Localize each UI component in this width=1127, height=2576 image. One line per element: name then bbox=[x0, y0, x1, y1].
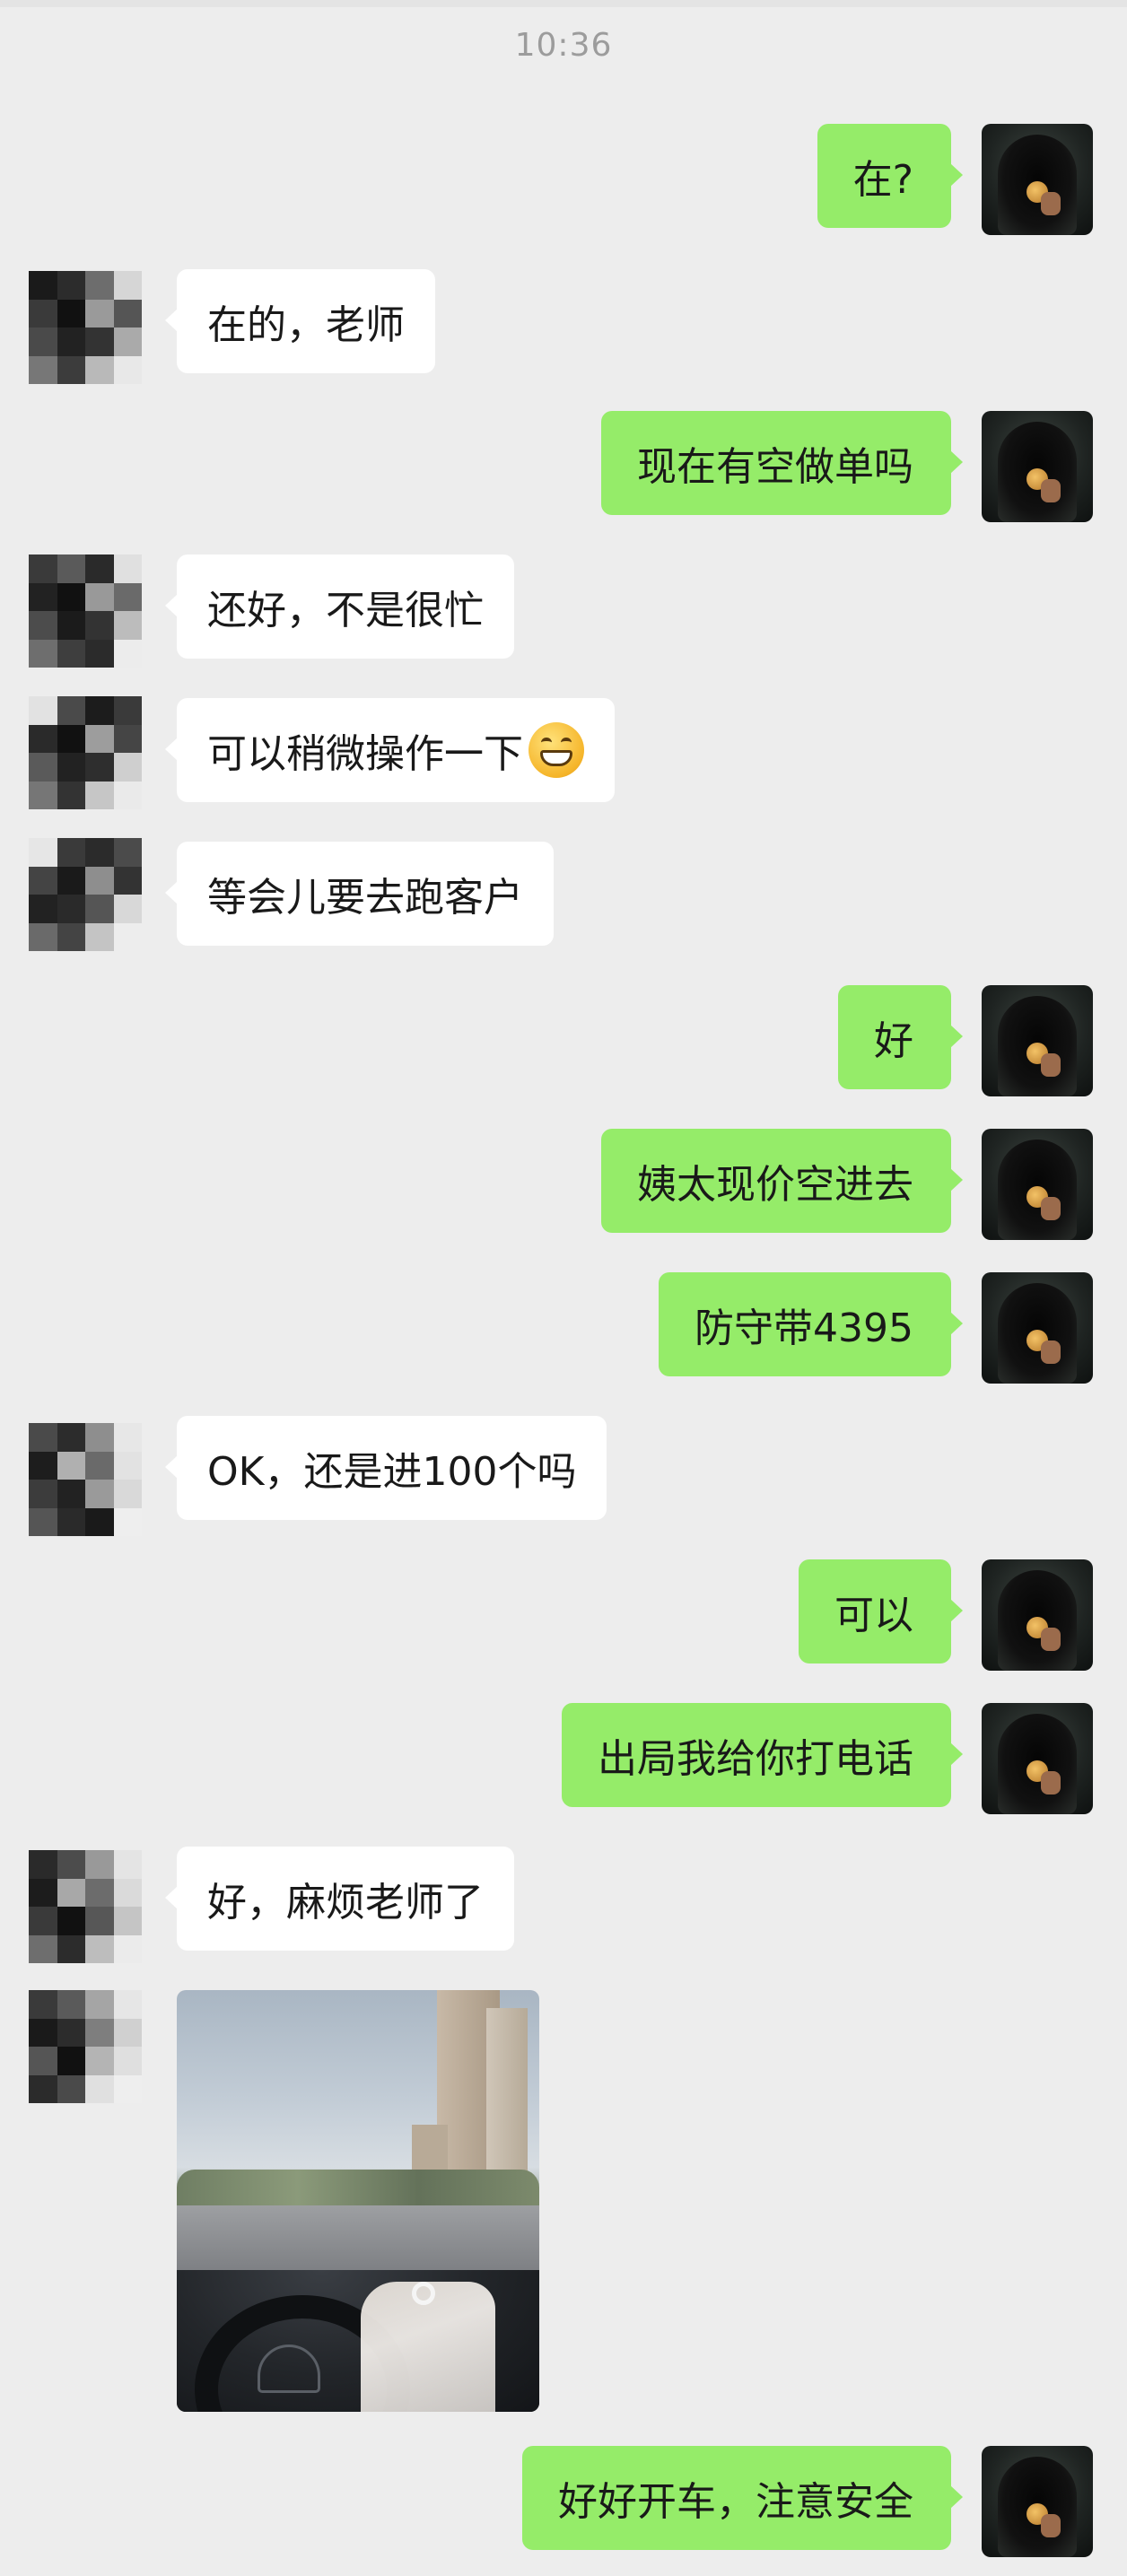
message-text: 出局我给你打电话 bbox=[598, 1736, 913, 1782]
message-text: 在的，老师 bbox=[207, 302, 405, 348]
message-text: 好好开车，注意安全 bbox=[558, 2479, 913, 2525]
outgoing-message[interactable]: 防守带4395 bbox=[659, 1272, 963, 1376]
incoming-message[interactable]: 好，麻烦老师了 bbox=[165, 1847, 514, 1951]
message-text: 可以稍微操作一下 bbox=[207, 731, 523, 777]
self-avatar[interactable] bbox=[982, 124, 1093, 235]
incoming-message[interactable]: OK，还是进100个吗 bbox=[164, 1416, 607, 1520]
incoming-message[interactable]: 还好，不是很忙 bbox=[165, 554, 514, 659]
timestamp: 10:36 bbox=[514, 27, 613, 64]
self-avatar[interactable] bbox=[982, 1129, 1093, 1240]
message-text: 等会儿要去跑客户 bbox=[207, 875, 523, 921]
outgoing-message[interactable]: 好好开车，注意安全 bbox=[522, 2446, 963, 2550]
message-text: 姨太现价空进去 bbox=[637, 1162, 913, 1208]
outgoing-message[interactable]: 可以 bbox=[799, 1559, 963, 1663]
self-avatar[interactable] bbox=[982, 411, 1093, 522]
contact-avatar[interactable] bbox=[29, 1990, 142, 2103]
contact-avatar[interactable] bbox=[29, 1423, 142, 1536]
contact-avatar[interactable] bbox=[29, 1850, 142, 1963]
message-text: 防守带4395 bbox=[695, 1305, 913, 1351]
self-avatar[interactable] bbox=[982, 985, 1093, 1096]
contact-avatar[interactable] bbox=[29, 554, 142, 668]
message-text: 可以 bbox=[834, 1593, 913, 1638]
outgoing-message[interactable]: 现在有空做单吗 bbox=[601, 411, 963, 515]
self-avatar[interactable] bbox=[982, 1272, 1093, 1384]
contact-avatar[interactable] bbox=[29, 271, 142, 384]
incoming-message[interactable]: 在的，老师 bbox=[165, 269, 435, 373]
self-avatar[interactable] bbox=[982, 2446, 1093, 2557]
incoming-message[interactable]: 可以稍微操作一下 bbox=[165, 698, 615, 802]
message-text: 还好，不是很忙 bbox=[207, 588, 484, 633]
message-text: 好 bbox=[874, 1018, 913, 1064]
contact-avatar[interactable] bbox=[29, 696, 142, 809]
outgoing-message[interactable]: 姨太现价空进去 bbox=[601, 1129, 963, 1233]
self-avatar[interactable] bbox=[982, 1559, 1093, 1671]
message-text: OK，还是进100个吗 bbox=[207, 1449, 577, 1495]
incoming-message[interactable]: 等会儿要去跑客户 bbox=[165, 842, 554, 946]
message-text: 好，麻烦老师了 bbox=[207, 1880, 484, 1925]
self-avatar[interactable] bbox=[982, 1703, 1093, 1814]
top-divider bbox=[0, 0, 1127, 7]
outgoing-message[interactable]: 在? bbox=[817, 124, 964, 228]
message-text: 在? bbox=[852, 157, 913, 203]
car-driving-photo[interactable] bbox=[177, 1990, 539, 2412]
message-text: 现在有空做单吗 bbox=[637, 444, 913, 490]
contact-avatar[interactable] bbox=[29, 838, 142, 951]
grinning-face-emoji bbox=[529, 722, 584, 778]
outgoing-message[interactable]: 出局我给你打电话 bbox=[562, 1703, 963, 1807]
outgoing-message[interactable]: 好 bbox=[838, 985, 963, 1089]
